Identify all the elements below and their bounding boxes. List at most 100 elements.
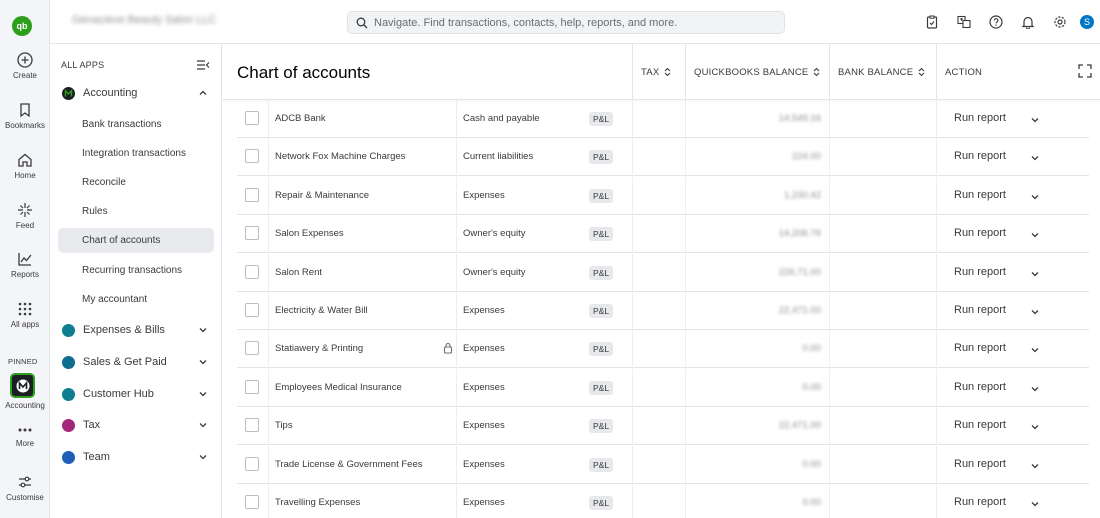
column-divider bbox=[829, 253, 830, 292]
rail-all-apps[interactable]: All apps bbox=[0, 301, 50, 329]
run-report-link[interactable]: Run report bbox=[954, 496, 1006, 508]
column-divider bbox=[632, 330, 633, 369]
account-name[interactable]: Salon Rent bbox=[275, 267, 322, 278]
row-checkbox[interactable] bbox=[245, 379, 259, 394]
pinned-accounting-button[interactable] bbox=[10, 373, 35, 398]
nav-rules[interactable]: Rules bbox=[58, 199, 214, 224]
chevron-down-icon[interactable] bbox=[1030, 499, 1040, 509]
account-name[interactable]: Employees Medical Insurance bbox=[275, 382, 402, 393]
table-row[interactable]: ADCB Bank Cash and payable P&L 14,549.16 Run… bbox=[237, 100, 1089, 138]
table-row[interactable]: Network Fox Machine Charges Current liabi… bbox=[237, 138, 1089, 177]
nav-group-expenses-bills[interactable]: Expenses & Bills bbox=[50, 318, 222, 342]
row-checkbox[interactable] bbox=[245, 341, 259, 356]
chevron-down-icon[interactable] bbox=[1030, 345, 1040, 355]
column-header-qb-balance[interactable]: QUICKBOOKS BALANCE bbox=[685, 44, 829, 100]
search-input[interactable] bbox=[374, 16, 774, 29]
run-report-link[interactable]: Run report bbox=[954, 266, 1006, 278]
nav-recurring-transactions[interactable]: Recurring transactions bbox=[58, 258, 214, 283]
table-row[interactable]: Trade License & Government Fees Expenses P… bbox=[237, 445, 1089, 484]
table-row[interactable]: Tips Expenses P&L 22,471.00 Run report bbox=[237, 407, 1089, 446]
rail-more[interactable]: More bbox=[0, 424, 50, 448]
account-name[interactable]: Tips bbox=[275, 420, 293, 431]
rail-create[interactable]: Create bbox=[0, 52, 50, 80]
nav-group-accounting[interactable]: Accounting bbox=[50, 81, 222, 105]
run-report-link[interactable]: Run report bbox=[954, 227, 1006, 239]
nav-group-tax[interactable]: Tax bbox=[50, 413, 222, 437]
avatar[interactable]: S bbox=[1080, 15, 1094, 29]
row-checkbox[interactable] bbox=[245, 264, 259, 279]
account-name[interactable]: Statiawery & Printing bbox=[275, 343, 363, 354]
nav-integration-transactions[interactable]: Integration transactions bbox=[58, 141, 214, 166]
account-name[interactable]: Salon Expenses bbox=[275, 228, 344, 239]
run-report-link[interactable]: Run report bbox=[954, 342, 1006, 354]
run-report-link[interactable]: Run report bbox=[954, 304, 1006, 316]
quickbooks-logo[interactable]: qb bbox=[12, 16, 32, 36]
global-search[interactable] bbox=[347, 11, 785, 34]
chevron-down-icon[interactable] bbox=[1030, 307, 1040, 317]
help-icon[interactable] bbox=[980, 0, 1012, 44]
account-name[interactable]: Repair & Maintenance bbox=[275, 190, 369, 201]
column-divider bbox=[456, 138, 457, 177]
translate-icon[interactable] bbox=[948, 0, 980, 44]
column-header-bank-balance[interactable]: BANK BALANCE bbox=[829, 44, 936, 100]
row-checkbox[interactable] bbox=[245, 111, 259, 125]
run-report-link[interactable]: Run report bbox=[954, 458, 1006, 470]
column-divider bbox=[829, 215, 830, 254]
column-divider bbox=[632, 407, 633, 446]
top-icons: S bbox=[916, 0, 1100, 44]
nav-group-sales[interactable]: Sales & Get Paid bbox=[50, 350, 222, 374]
chevron-down-icon[interactable] bbox=[1030, 384, 1040, 394]
account-name[interactable]: Electricity & Water Bill bbox=[275, 305, 368, 316]
collapse-menu-icon[interactable] bbox=[196, 59, 210, 71]
rail-customise[interactable]: Customise bbox=[0, 474, 50, 502]
rail-bookmarks[interactable]: Bookmarks bbox=[0, 102, 50, 130]
table-row[interactable]: Salon Expenses Owner's equity P&L 14,206.76… bbox=[237, 215, 1089, 254]
company-name[interactable]: Genacieve Beauty Salon LLC bbox=[72, 14, 216, 26]
chevron-down-icon[interactable] bbox=[1030, 153, 1040, 163]
chevron-down-icon[interactable] bbox=[1030, 269, 1040, 279]
chevron-down-icon[interactable] bbox=[1030, 192, 1040, 202]
row-checkbox[interactable] bbox=[245, 495, 259, 509]
row-checkbox[interactable] bbox=[245, 187, 259, 202]
run-report-link[interactable]: Run report bbox=[954, 150, 1006, 162]
account-name[interactable]: ADCB Bank bbox=[275, 113, 326, 124]
chevron-down-icon[interactable] bbox=[1030, 115, 1040, 125]
bell-icon[interactable] bbox=[1012, 0, 1044, 44]
table-row[interactable]: Salon Rent Owner's equity P&L 226,71.00 Run … bbox=[237, 253, 1089, 292]
nav-group-expenses-label: Expenses & Bills bbox=[83, 324, 165, 336]
column-header-tax[interactable]: TAX bbox=[632, 44, 685, 100]
account-name[interactable]: Network Fox Machine Charges bbox=[275, 151, 405, 162]
row-checkbox[interactable] bbox=[245, 149, 259, 164]
row-checkbox[interactable] bbox=[245, 303, 259, 317]
table-row[interactable]: Statiawery & Printing Expenses P&L 0.00 Run … bbox=[237, 330, 1089, 369]
run-report-link[interactable]: Run report bbox=[954, 381, 1006, 393]
table-row[interactable]: Employees Medical Insurance Expenses P&L 0.… bbox=[237, 368, 1089, 407]
chevron-down-icon bbox=[199, 455, 207, 460]
chevron-down-icon[interactable] bbox=[1030, 230, 1040, 240]
table-row[interactable]: Electricity & Water Bill Expenses P&L 22,47… bbox=[237, 292, 1089, 330]
run-report-link[interactable]: Run report bbox=[954, 112, 1006, 124]
fullscreen-icon[interactable] bbox=[1078, 64, 1092, 78]
nav-group-customer-hub[interactable]: Customer Hub bbox=[50, 382, 222, 406]
nav-reconcile[interactable]: Reconcile bbox=[58, 170, 214, 195]
nav-chart-of-accounts[interactable]: Chart of accounts bbox=[58, 228, 214, 253]
account-name[interactable]: Trade License & Government Fees bbox=[275, 459, 423, 470]
rail-reports[interactable]: Reports bbox=[0, 251, 50, 279]
nav-my-accountant[interactable]: My accountant bbox=[58, 287, 214, 312]
run-report-link[interactable]: Run report bbox=[954, 189, 1006, 201]
clipboard-icon[interactable] bbox=[916, 0, 948, 44]
table-row[interactable]: Repair & Maintenance Expenses P&L 1,230.42 R… bbox=[237, 176, 1089, 215]
chevron-down-icon[interactable] bbox=[1030, 461, 1040, 471]
nav-bank-transactions[interactable]: Bank transactions bbox=[58, 112, 214, 137]
nav-group-team[interactable]: Team bbox=[50, 445, 222, 469]
row-checkbox[interactable] bbox=[245, 226, 259, 241]
row-checkbox[interactable] bbox=[245, 456, 259, 471]
table-row[interactable]: Travelling Expenses Expenses P&L 0.00 Run re… bbox=[237, 484, 1089, 518]
rail-home[interactable]: Home bbox=[0, 152, 50, 180]
account-name[interactable]: Travelling Expenses bbox=[275, 497, 360, 508]
row-checkbox[interactable] bbox=[245, 418, 259, 433]
chevron-down-icon[interactable] bbox=[1030, 422, 1040, 432]
rail-feed[interactable]: Feed bbox=[0, 202, 50, 230]
gear-icon[interactable] bbox=[1044, 0, 1076, 44]
run-report-link[interactable]: Run report bbox=[954, 419, 1006, 431]
